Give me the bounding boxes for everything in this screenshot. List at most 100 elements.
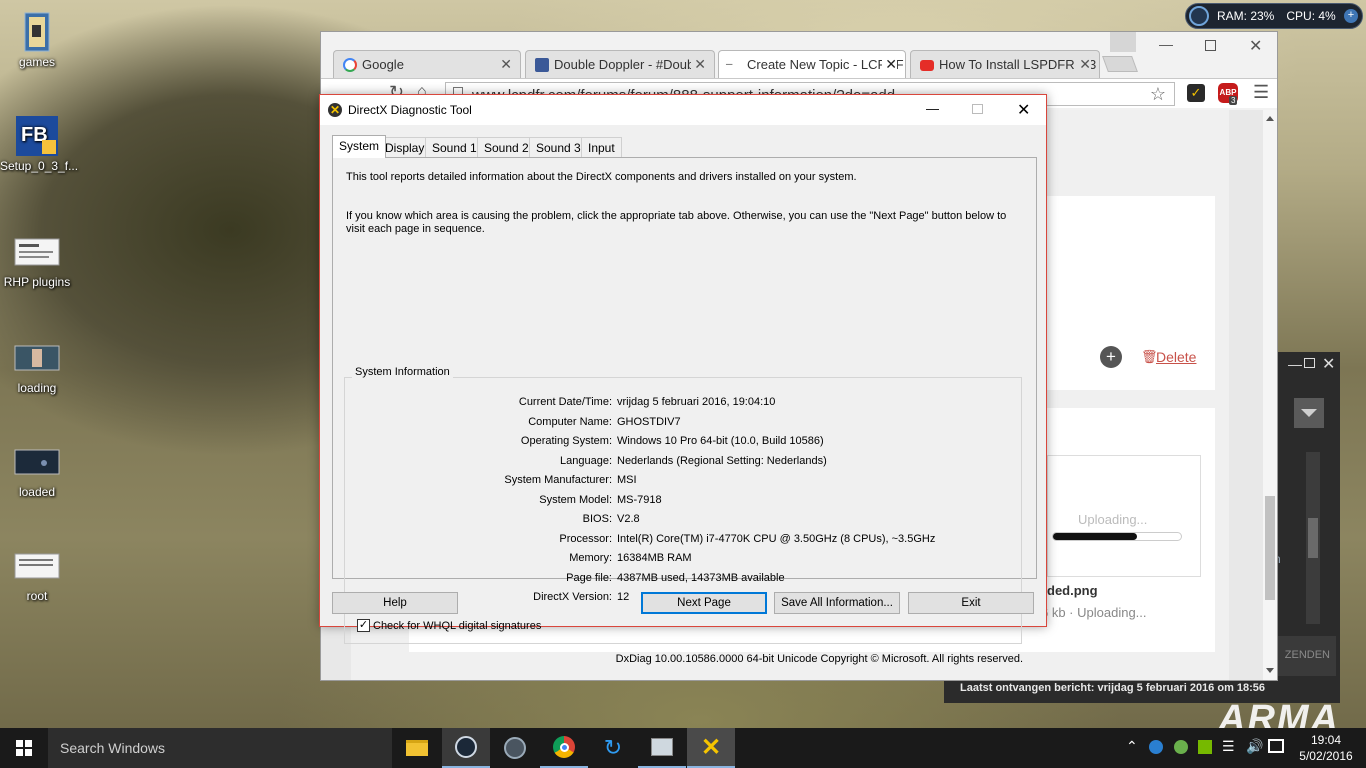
page-scrollbar[interactable] — [1263, 110, 1277, 680]
update-button[interactable]: ↻ — [589, 728, 637, 768]
whql-checkbox[interactable]: ✓ — [357, 619, 370, 632]
tab-google[interactable]: Google ✕ — [333, 50, 521, 78]
tab-create-new-topic[interactable]: ─ Create New Topic - LCPDF ✕ — [718, 50, 906, 78]
desktop-icon-setup[interactable]: FB Setup_0_3_f... — [0, 116, 78, 173]
search-placeholder: Search Windows — [60, 740, 166, 756]
profile-button[interactable] — [1110, 32, 1136, 52]
image-viewer-button[interactable] — [638, 728, 686, 768]
minimize-icon[interactable]: — — [1159, 36, 1173, 52]
chevron-down-icon — [1301, 409, 1317, 417]
info-key: System Model: — [539, 493, 612, 506]
tab-sound-2[interactable]: Sound 2 — [477, 137, 536, 157]
tab-label: How To Install LSPDFR 0.3 — [939, 57, 1097, 72]
minimize-icon[interactable]: — — [1288, 356, 1302, 372]
info-row: Current Date/Time: vrijdag 5 februari 201… — [333, 396, 1036, 414]
menu-icon[interactable]: ☰ — [1253, 82, 1269, 103]
minimize-icon[interactable]: — — [926, 101, 939, 116]
info-row: Processor: Intel(R) Core(TM) i7-4770K CPU… — [333, 533, 1036, 551]
file-icon — [14, 546, 60, 586]
scroll-thumb[interactable] — [1265, 496, 1275, 600]
tab-label: Sound 3 — [536, 141, 581, 155]
info-row: BIOS: V2.8 — [333, 513, 1036, 531]
close-icon[interactable]: ✕ — [1249, 36, 1262, 56]
taskbar: Search Windows ↻ ✕ ⌃ ☰ 🔊 19:04 5/02/2016 — [0, 728, 1366, 768]
nvidia-icon[interactable] — [1198, 740, 1212, 754]
info-key: Processor: — [559, 532, 612, 545]
tab-system[interactable]: System — [332, 135, 387, 158]
desktop-icon-label: loading — [17, 381, 57, 395]
app-button[interactable] — [491, 728, 539, 768]
chrome-button[interactable] — [540, 728, 588, 768]
desktop-icon-loaded[interactable]: loaded — [0, 442, 74, 499]
desktop-icon-loading[interactable]: loading — [0, 338, 74, 395]
add-circle-icon[interactable]: + — [1100, 346, 1122, 368]
tab-sound-3[interactable]: Sound 3 — [529, 137, 588, 157]
file-explorer-button[interactable] — [393, 728, 441, 768]
info-value: vrijdag 5 februari 2016, 19:04:10 — [617, 396, 776, 408]
close-icon[interactable]: ✕ — [882, 56, 897, 73]
info-key: DirectX Version: — [533, 591, 612, 603]
intro-text-2: If you know which area is causing the pr… — [346, 210, 1007, 235]
directx-icon: ✕ — [328, 103, 342, 117]
tab-double-doppler[interactable]: Double Doppler - #Doubl ✕ — [525, 50, 715, 78]
info-row: Computer Name: GHOSTDIV7 — [333, 416, 1036, 434]
installer-icon: FB — [14, 116, 60, 156]
chrome-icon — [553, 736, 575, 758]
maximize-icon[interactable] — [972, 104, 983, 114]
tab-label: Sound 1 — [432, 141, 477, 155]
tab-input[interactable]: Input — [581, 137, 622, 157]
clock[interactable]: 19:04 5/02/2016 — [1296, 732, 1356, 764]
start-button[interactable] — [0, 728, 48, 768]
close-icon[interactable]: ✕ — [1017, 100, 1030, 120]
bookmark-star-icon[interactable]: ☆ — [1150, 84, 1166, 105]
desktop-icon-rhp-plugins[interactable]: RHP plugins — [0, 232, 74, 289]
info-key: Operating System: — [520, 435, 612, 447]
info-value: Windows 10 Pro 64-bit (10.0, Build 10586… — [617, 435, 824, 447]
close-icon[interactable]: ✕ — [1322, 354, 1335, 374]
exit-button[interactable]: Exit — [908, 592, 1034, 614]
send-button[interactable]: ZENDEN — [1274, 636, 1336, 676]
tab-label: Create New Topic - LCPDF — [747, 57, 904, 72]
info-value: Nederlands (Regional Setting: Nederlands… — [617, 454, 827, 467]
notifications-icon[interactable] — [1268, 739, 1284, 753]
delete-link[interactable]: Delete — [1156, 349, 1196, 365]
network-tray-icon[interactable] — [1149, 740, 1163, 754]
wifi-icon[interactable]: ☰ — [1222, 738, 1235, 755]
expand-icon[interactable]: + — [1344, 9, 1358, 23]
close-icon[interactable]: ✕ — [691, 56, 706, 73]
close-icon[interactable]: ✕ — [500, 56, 512, 73]
dropdown-button[interactable] — [1294, 398, 1324, 428]
clock-time: 19:04 — [1310, 733, 1342, 747]
save-all-information-button[interactable]: Save All Information... — [774, 592, 900, 614]
info-row: System Model: MS-7918 — [333, 494, 1036, 512]
scroll-thumb[interactable] — [1308, 518, 1318, 558]
maximize-icon[interactable] — [1304, 358, 1315, 368]
whql-checkbox-label[interactable]: Check for WHQL digital signatures — [373, 620, 541, 632]
dxdiag-taskbar-button[interactable]: ✕ — [687, 728, 735, 768]
search-box[interactable]: Search Windows — [48, 728, 392, 768]
scroll-up-icon[interactable] — [1266, 116, 1274, 121]
maximize-icon[interactable] — [1205, 40, 1216, 51]
tray-icon[interactable] — [1174, 740, 1188, 754]
cpu-usage: CPU: 4% — [1286, 9, 1336, 23]
tab-how-to-install[interactable]: How To Install LSPDFR 0.3 ✕ — [910, 50, 1100, 78]
chevron-up-icon[interactable]: ⌃ — [1126, 738, 1138, 755]
desktop-icon-root[interactable]: root — [0, 546, 74, 603]
scrollbar[interactable] — [1306, 452, 1320, 624]
volume-icon[interactable]: 🔊 — [1246, 738, 1263, 755]
extension-checkmark-icon[interactable]: ✓ — [1187, 84, 1205, 102]
system-monitor-widget[interactable]: RAM: 23% CPU: 4% + — [1185, 3, 1363, 29]
help-button[interactable]: Help — [332, 592, 458, 614]
scroll-down-icon[interactable] — [1266, 668, 1274, 673]
steam-button[interactable] — [442, 728, 490, 768]
folder-icon — [406, 740, 428, 756]
new-tab-button[interactable] — [1102, 56, 1138, 72]
image-thumbnail-icon — [14, 338, 60, 378]
next-page-button[interactable]: Next Page — [641, 592, 767, 614]
youtube-icon — [920, 60, 934, 71]
info-key: Computer Name: — [528, 415, 612, 428]
close-icon[interactable]: ✕ — [1076, 56, 1091, 73]
desktop-icon-games[interactable]: games — [0, 12, 74, 69]
tab-sound-1[interactable]: Sound 1 — [425, 137, 484, 157]
dxdiag-titlebar[interactable]: ✕ DirectX Diagnostic Tool — ✕ — [320, 95, 1046, 125]
